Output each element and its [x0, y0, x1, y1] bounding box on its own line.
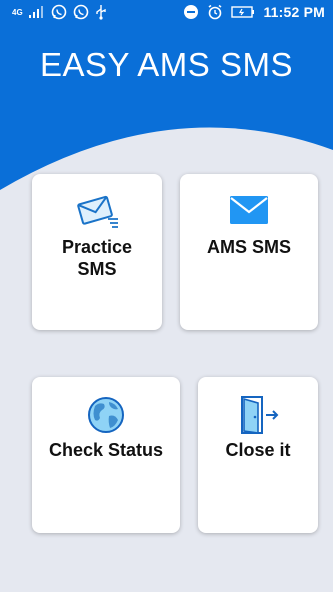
whatsapp-icon [73, 4, 88, 20]
practice-label-line1: Practice [61, 237, 133, 257]
globe-icon [88, 397, 124, 433]
close-it-card[interactable]: Close it [198, 377, 318, 533]
practice-sms-card[interactable]: Practice SMS [32, 174, 162, 330]
dnd-icon [184, 5, 199, 19]
check-status-label: Check Status [48, 440, 164, 460]
ams-sms-card[interactable]: AMS SMS [180, 174, 318, 330]
practice-sms-label: Practice SMS [32, 236, 162, 280]
alarm-icon [208, 4, 222, 20]
practice-label-line2: SMS [77, 259, 117, 279]
check-status-card[interactable]: Check Status [32, 377, 180, 533]
status-bar: 4G 11:52 PM [0, 0, 333, 26]
exit-door-icon [241, 396, 279, 434]
close-it-label: Close it [225, 440, 291, 460]
app-title: EASY AMS SMS [40, 46, 293, 83]
usb-icon [95, 5, 106, 20]
clock: 11:52 PM [263, 4, 325, 20]
network-type: 4G [12, 7, 23, 17]
signal-icon [28, 6, 43, 18]
ams-sms-label: AMS SMS [206, 237, 291, 257]
envelope-send-icon [77, 195, 118, 228]
battery-icon [231, 6, 255, 18]
whatsapp-icon [51, 4, 66, 20]
mail-icon [230, 196, 268, 224]
